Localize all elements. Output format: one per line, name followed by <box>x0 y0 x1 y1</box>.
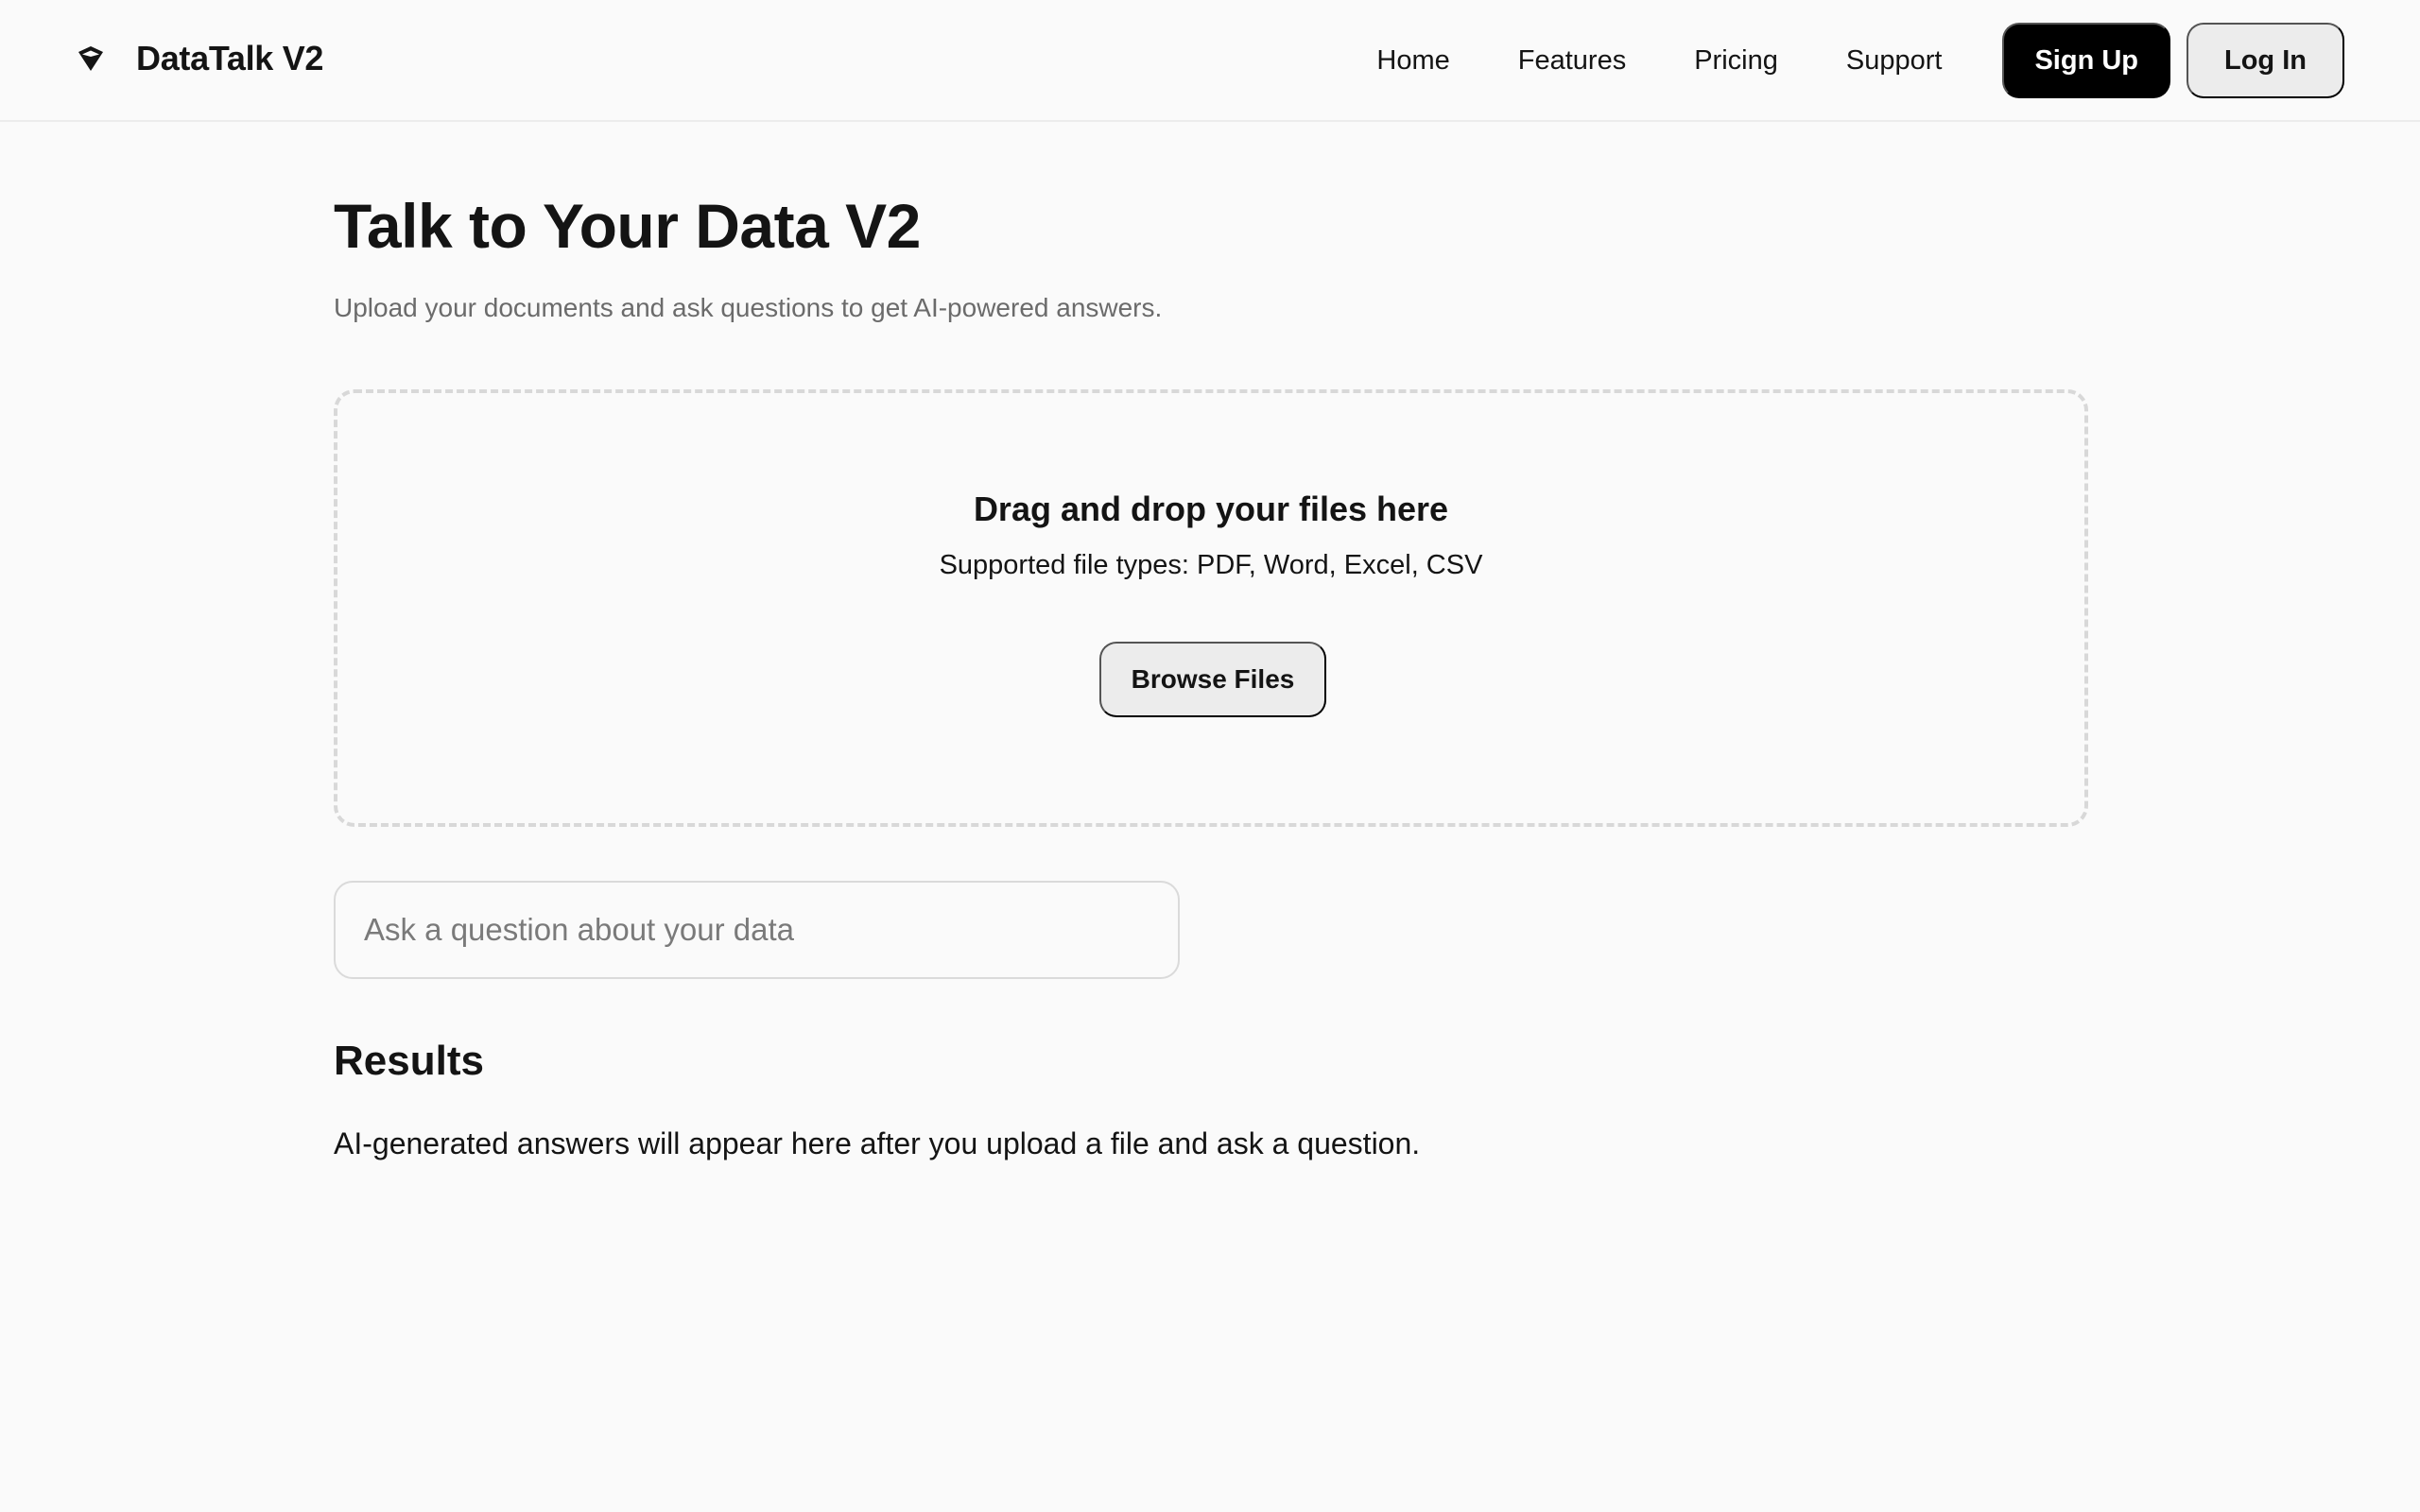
brand-name: DataTalk V2 <box>136 39 324 77</box>
results-heading: Results <box>334 1038 484 1084</box>
main-nav: Home Features Pricing Support Sign Up Lo… <box>1376 23 2344 98</box>
diamond-icon <box>78 46 103 71</box>
file-dropzone[interactable]: Drag and drop your files here Supported … <box>334 389 2088 827</box>
question-input[interactable] <box>334 881 1180 979</box>
top-nav-bar: DataTalk V2 Home Features Pricing Suppor… <box>0 0 2420 122</box>
page-title: Talk to Your Data V2 <box>334 191 921 261</box>
results-placeholder-text: AI-generated answers will appear here af… <box>334 1126 1421 1160</box>
nav-link-pricing[interactable]: Pricing <box>1694 45 1778 77</box>
dropzone-title: Drag and drop your files here <box>973 490 1449 528</box>
browse-files-button[interactable]: Browse Files <box>1099 642 1326 717</box>
brand[interactable]: DataTalk V2 <box>76 34 323 83</box>
nav-link-features[interactable]: Features <box>1518 45 1626 77</box>
log-in-button[interactable]: Log In <box>2187 23 2344 98</box>
nav-link-support[interactable]: Support <box>1846 45 1943 77</box>
page-subtitle: Upload your documents and ask questions … <box>334 293 1163 322</box>
supported-file-types: Supported file types: PDF, Word, Excel, … <box>939 550 1483 580</box>
nav-link-home[interactable]: Home <box>1376 45 1449 77</box>
sign-up-button[interactable]: Sign Up <box>2002 23 2170 98</box>
